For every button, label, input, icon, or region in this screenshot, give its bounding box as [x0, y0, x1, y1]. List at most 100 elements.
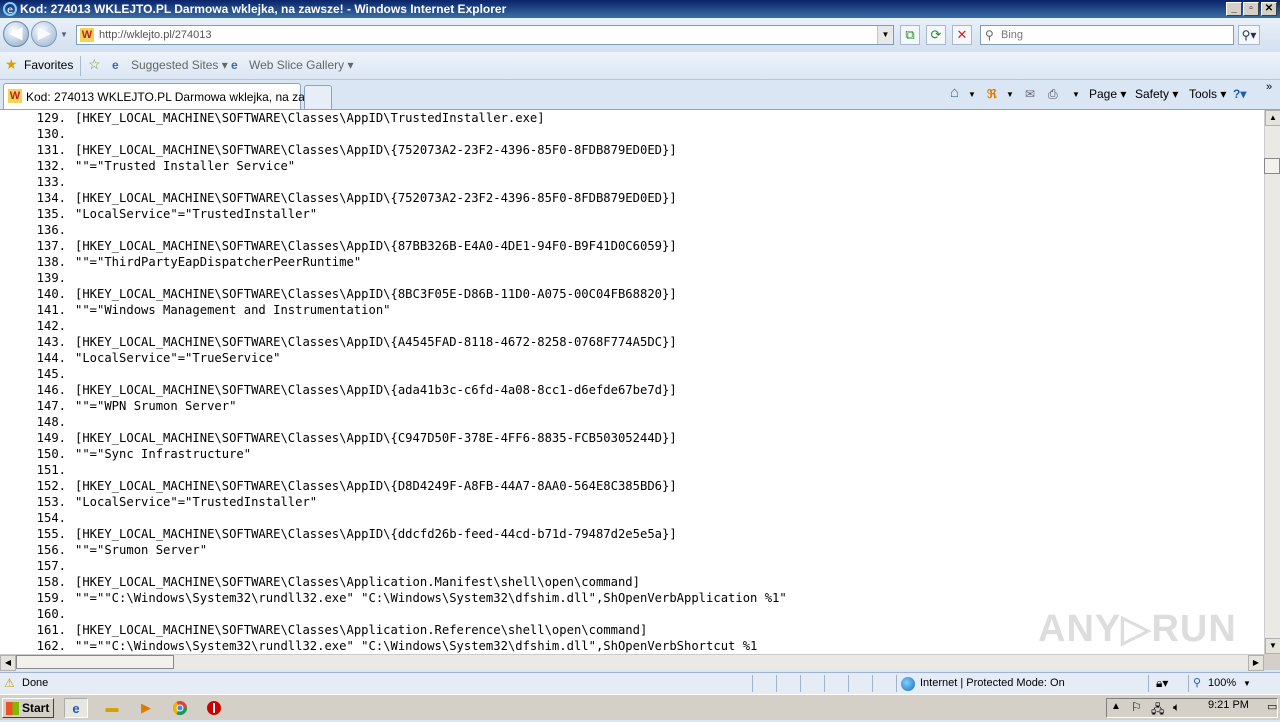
- print-dropdown-icon[interactable]: ▼: [1072, 90, 1080, 99]
- line-number: 153.: [36, 495, 66, 509]
- web-slice-gallery-link[interactable]: Web Slice Gallery ▾: [249, 58, 354, 72]
- page-menu[interactable]: Page ▾: [1089, 87, 1126, 101]
- zoom-icon[interactable]: ⚲: [1193, 676, 1201, 689]
- home-dropdown-icon[interactable]: ▼: [968, 90, 976, 99]
- zoom-dropdown-icon[interactable]: ▼: [1243, 679, 1251, 688]
- line-text: ""="Trusted Installer Service": [75, 159, 296, 173]
- ie-taskbar-icon[interactable]: e: [64, 698, 88, 718]
- vertical-scrollbar[interactable]: ▲ ▼: [1264, 110, 1280, 654]
- horizontal-scrollbar[interactable]: ◀ ▶: [0, 654, 1264, 671]
- divider: [752, 675, 753, 692]
- network-icon[interactable]: 🖧︎: [1151, 700, 1164, 721]
- line-text: [HKEY_LOCAL_MACHINE\SOFTWARE\Classes\App…: [75, 111, 545, 125]
- show-desktop-icon[interactable]: ▭: [1267, 700, 1277, 713]
- forward-button[interactable]: ▶: [31, 21, 57, 47]
- security-zone[interactable]: Internet | Protected Mode: On: [920, 677, 1065, 689]
- start-label: Start: [22, 701, 50, 715]
- clock[interactable]: 9:21 PM: [1208, 699, 1249, 711]
- search-input[interactable]: ⚲ Bing: [980, 25, 1234, 45]
- volume-icon[interactable]: 🔈︎: [1173, 700, 1180, 715]
- anyrun-watermark: ANY▷RUN: [1038, 608, 1237, 650]
- line-text: "LocalService"="TrueService": [75, 351, 281, 365]
- flag-icon[interactable]: ⚐: [1131, 700, 1142, 714]
- star-icon: ★: [5, 56, 18, 72]
- line-number: 133.: [36, 175, 66, 189]
- scroll-up-icon[interactable]: ▲: [1265, 110, 1280, 126]
- minimize-button[interactable]: _: [1226, 2, 1242, 16]
- line-text: ""="Srumon Server": [75, 543, 208, 557]
- line-number: 141.: [36, 303, 66, 317]
- code-line: 140. [HKEY_LOCAL_MACHINE\SOFTWARE\Classes…: [0, 286, 1264, 302]
- folder-icon[interactable]: ▬: [100, 698, 124, 718]
- svg-text:e: e: [7, 5, 13, 16]
- code-line: 137. [HKEY_LOCAL_MACHINE\SOFTWARE\Classes…: [0, 238, 1264, 254]
- line-text: [HKEY_LOCAL_MACHINE\SOFTWARE\Classes\App…: [75, 431, 677, 445]
- line-number: 135.: [36, 207, 66, 221]
- divider: [1148, 675, 1149, 692]
- scroll-down-icon[interactable]: ▼: [1265, 638, 1280, 654]
- status-bar: ⚠ Done Internet | Protected Mode: On 🔒︎▾…: [0, 672, 1280, 694]
- code-line: 132. ""="Trusted Installer Service": [0, 158, 1264, 174]
- horizontal-scroll-thumb[interactable]: [16, 655, 174, 669]
- new-tab-button[interactable]: [304, 85, 332, 109]
- code-line: 148.: [0, 414, 1264, 430]
- windows-logo-icon: [6, 702, 19, 715]
- add-to-favorites-bar-icon[interactable]: ☆: [88, 56, 101, 73]
- chrome-icon[interactable]: [168, 698, 192, 718]
- favorites-button[interactable]: Favorites: [24, 58, 73, 72]
- code-line: 150. ""="Sync Infrastructure": [0, 446, 1264, 462]
- refresh-icon[interactable]: ⟳: [926, 25, 946, 45]
- line-text: "LocalService"="TrustedInstaller": [75, 207, 318, 221]
- tab-active[interactable]: W Kod: 274013 WKLEJTO.PL Darmowa wklejka…: [3, 83, 329, 109]
- address-bar[interactable]: W http://wklejto.pl/274013 ▼: [76, 25, 894, 45]
- tools-menu[interactable]: Tools ▾: [1189, 87, 1226, 101]
- line-text: ""="WPN Srumon Server": [75, 399, 237, 413]
- line-number: 156.: [36, 543, 66, 557]
- code-line: 134. [HKEY_LOCAL_MACHINE\SOFTWARE\Classes…: [0, 190, 1264, 206]
- recent-pages-dropdown-icon[interactable]: ▼: [60, 30, 68, 39]
- lock-icon[interactable]: 🔒︎▾: [1156, 676, 1168, 691]
- code-line: 139.: [0, 270, 1264, 286]
- address-dropdown-icon[interactable]: ▼: [877, 26, 893, 44]
- back-button[interactable]: ◀: [3, 21, 29, 47]
- zoom-level[interactable]: 100%: [1208, 677, 1236, 689]
- code-line: 147. ""="WPN Srumon Server": [0, 398, 1264, 414]
- line-text: ""="ThirdPartyEapDispatcherPeerRuntime": [75, 255, 362, 269]
- suggested-sites-link[interactable]: Suggested Sites ▾: [131, 58, 228, 72]
- compatibility-view-icon[interactable]: ⧉: [900, 25, 920, 45]
- mail-icon[interactable]: ✉: [1025, 87, 1035, 101]
- line-number: 154.: [36, 511, 66, 525]
- tray-expand-icon[interactable]: ▲: [1111, 701, 1121, 712]
- address-url[interactable]: http://wklejto.pl/274013: [99, 29, 212, 41]
- code-listing: 129. [HKEY_LOCAL_MACHINE\SOFTWARE\Classes…: [0, 110, 1264, 654]
- antivirus-icon[interactable]: [202, 698, 226, 718]
- vertical-scroll-thumb[interactable]: [1264, 158, 1280, 174]
- rss-icon[interactable]: ℜ: [987, 87, 997, 101]
- site-favicon-icon: W: [80, 28, 94, 42]
- search-placeholder: Bing: [1001, 29, 1024, 41]
- maximize-button[interactable]: ▫: [1243, 2, 1259, 16]
- scroll-left-icon[interactable]: ◀: [0, 655, 16, 671]
- rss-dropdown-icon[interactable]: ▼: [1006, 90, 1014, 99]
- address-toolbar: ◀ ▶ ▼ W http://wklejto.pl/274013 ▼ ⧉ ⟳ ✕…: [0, 18, 1280, 52]
- stop-icon[interactable]: ✕: [952, 25, 972, 45]
- start-button[interactable]: Start: [2, 698, 54, 718]
- chevron-more-icon[interactable]: »: [1266, 81, 1272, 93]
- print-icon[interactable]: ⎙: [1048, 87, 1058, 102]
- code-line: 153. "LocalService"="TrustedInstaller": [0, 494, 1264, 510]
- code-line: 130.: [0, 126, 1264, 142]
- line-text: [HKEY_LOCAL_MACHINE\SOFTWARE\Classes\App…: [75, 239, 677, 253]
- line-text: [HKEY_LOCAL_MACHINE\SOFTWARE\Classes\App…: [75, 191, 677, 205]
- line-text: [HKEY_LOCAL_MACHINE\SOFTWARE\Classes\App…: [75, 575, 640, 589]
- scroll-right-icon[interactable]: ▶: [1248, 655, 1264, 671]
- search-button[interactable]: ⚲▾: [1238, 25, 1260, 45]
- help-icon[interactable]: ?▾: [1233, 87, 1246, 101]
- code-line: 158. [HKEY_LOCAL_MACHINE\SOFTWARE\Classes…: [0, 574, 1264, 590]
- close-button[interactable]: ✕: [1261, 2, 1277, 16]
- home-icon[interactable]: ⌂: [950, 84, 959, 101]
- line-number: 159.: [36, 591, 66, 605]
- line-text: [HKEY_LOCAL_MACHINE\SOFTWARE\Classes\App…: [75, 143, 677, 157]
- line-number: 145.: [36, 367, 66, 381]
- media-player-icon[interactable]: ▶: [134, 698, 158, 718]
- safety-menu[interactable]: Safety ▾: [1135, 87, 1178, 101]
